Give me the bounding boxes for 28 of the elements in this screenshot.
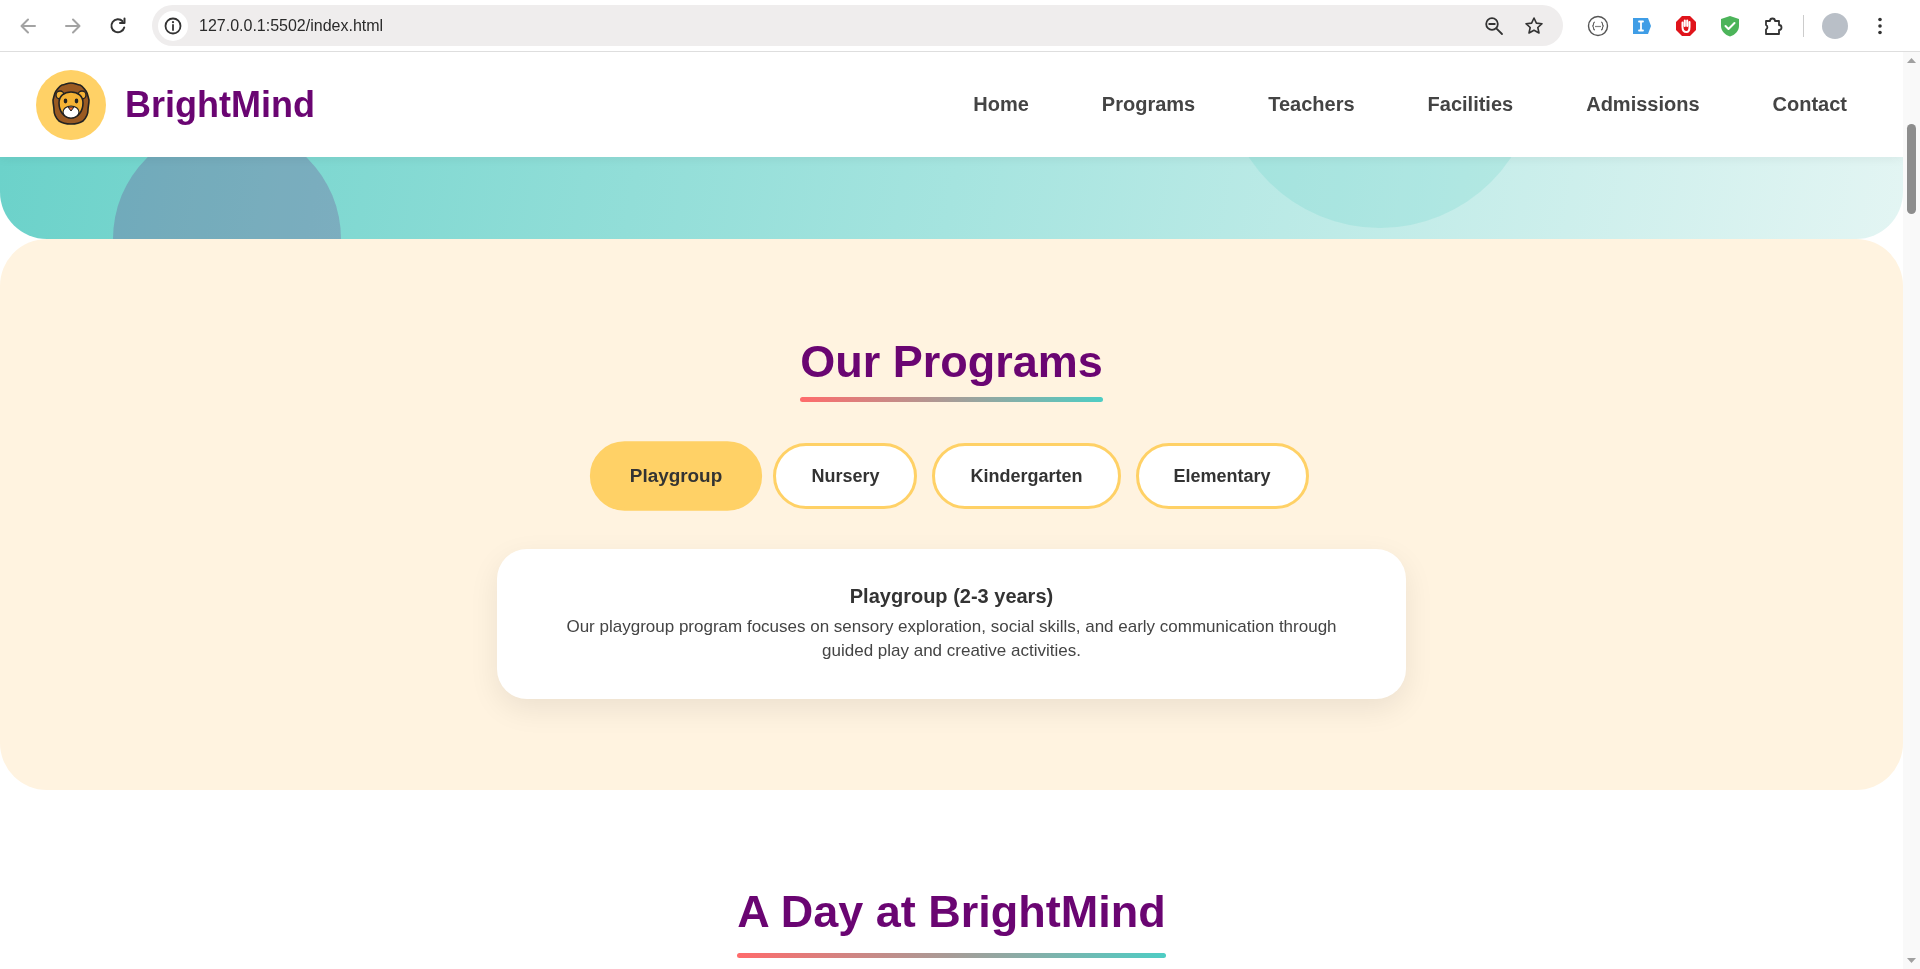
program-tab[interactable]: Kindergarten [932,443,1121,509]
scrollbar-track[interactable] [1903,52,1920,969]
scrollbar-thumb[interactable] [1907,124,1916,214]
nav-link[interactable]: Home [959,85,1043,124]
lion-logo-icon[interactable] [36,69,106,140]
shield-check-icon[interactable] [1719,14,1741,37]
program-tab[interactable]: Nursery [773,443,918,509]
card-description: Our playgroup program focuses on sensory exploration, social skills, and early communication through guided play and creative activities. [565,616,1338,662]
nav-link[interactable]: Contact [1758,85,1861,124]
url-text[interactable]: 127.0.0.1:5502/index.html [199,16,1484,35]
program-tab[interactable]: Elementary [1135,443,1309,509]
nav-link[interactable]: Admissions [1572,85,1714,124]
zoom-out-icon[interactable] [1484,15,1504,36]
star-icon[interactable] [1524,15,1544,36]
section-title: Our Programs [800,335,1103,388]
info-icon[interactable] [158,10,188,41]
card-title: Playgroup (2-3 years) [848,584,1055,609]
section-title: A Day at BrightMind [737,885,1166,938]
nav-link[interactable]: Teachers [1254,85,1369,124]
reload-icon[interactable] [108,15,128,36]
brand-name[interactable]: BrightMind [125,83,315,126]
braces-circle-icon[interactable] [1587,14,1609,37]
more-menu-icon[interactable] [1878,16,1882,35]
address-bar[interactable]: 127.0.0.1:5502/index.html [152,5,1563,46]
nav-link[interactable]: Programs [1087,85,1210,124]
program-tab[interactable]: Playgroup [590,441,763,511]
stop-hand-icon[interactable] [1675,14,1697,37]
nav-link[interactable]: Facilities [1413,85,1528,124]
